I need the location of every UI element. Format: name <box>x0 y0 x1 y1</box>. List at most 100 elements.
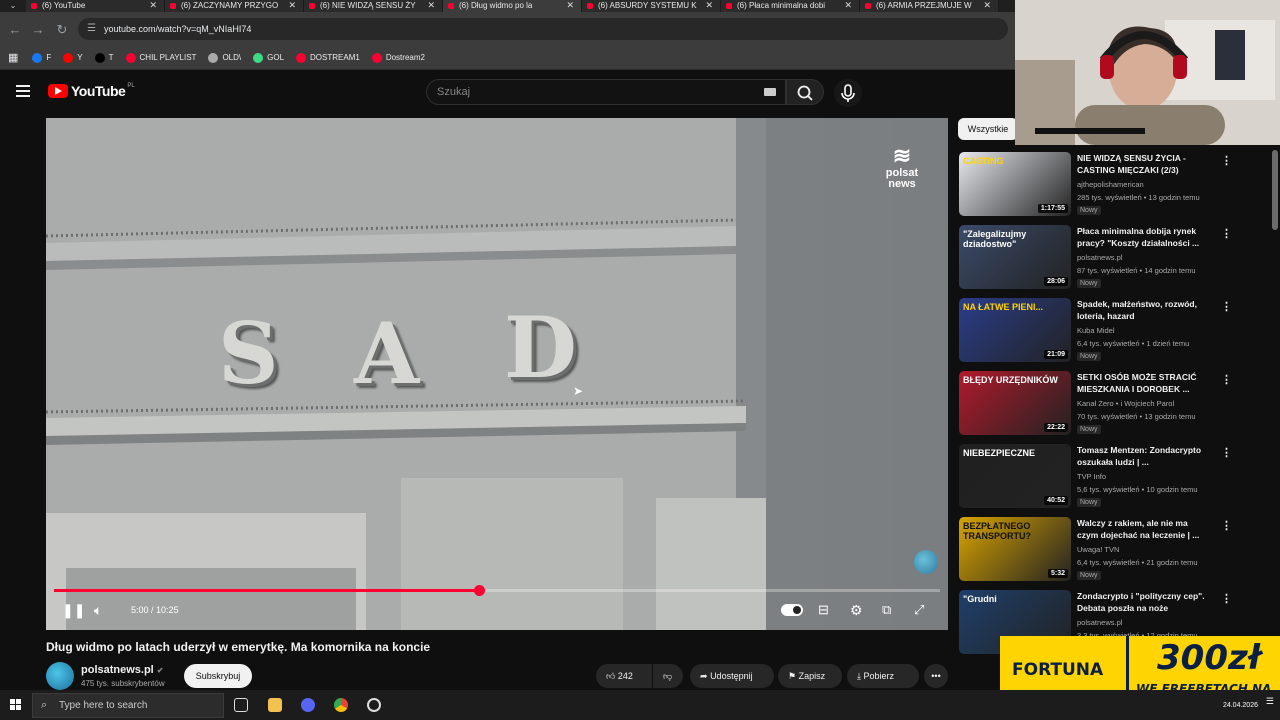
youtube-wordmark: YouTube <box>71 83 126 99</box>
video-player[interactable]: S A D ≋ polsat news ➤ ❚❚ 🔈︎ 5:00 / 10:25… <box>46 118 948 630</box>
recommendation-item[interactable]: CASTING 1:17:55 NIE WIDZĄ SENSU ŻYCIA - CA… <box>959 152 1232 218</box>
pause-button[interactable]: ❚❚ <box>62 602 85 619</box>
close-tab-icon[interactable]: ✕ <box>566 0 574 11</box>
browser-tab[interactable]: (6) ARMIA PRZEJMUJE W ✕ <box>860 0 999 12</box>
notifications-icon[interactable]: ☰ <box>1266 696 1274 707</box>
recommendation-title[interactable]: Zondacrypto i "polityczny cep". Debata p… <box>1077 590 1209 614</box>
recommendation-channel[interactable]: polsatnews.pl <box>1077 618 1122 627</box>
recommendation-title[interactable]: Płaca minimalna dobija rynek pracy? "Kos… <box>1077 225 1209 249</box>
back-icon[interactable]: ← <box>6 22 24 37</box>
browser-tab[interactable]: (6) Płaca minimalna dobi ✕ <box>721 0 860 12</box>
file-explorer-icon[interactable] <box>268 698 282 712</box>
browser-tab[interactable]: (6) ZACZYNAMY PRZYGO ✕ <box>165 0 304 12</box>
more-options-icon[interactable]: ⋮ <box>1221 300 1232 313</box>
channel-name[interactable]: polsatnews.pl ✔ <box>81 664 164 676</box>
recommendation-title[interactable]: SETKI OSÓB MOŻE STRACIĆ MIESZKANIA I DOR… <box>1077 371 1209 395</box>
video-thumbnail[interactable]: "Zalegalizujmy dziadostwo" 28:06 <box>959 225 1071 289</box>
fullscreen-icon[interactable]: ⤢ <box>914 602 924 618</box>
recommendation-title[interactable]: Tomasz Mentzen: Zondacrypto oszukała lud… <box>1077 444 1209 468</box>
browser-tab[interactable]: (6) Dług widmo po la ✕ <box>443 0 582 12</box>
channel-avatar[interactable] <box>46 662 74 690</box>
subscribe-button[interactable]: Subskrybuj <box>184 664 252 688</box>
filter-chip-all[interactable]: Wszystkie <box>958 118 1018 140</box>
miniplayer-icon[interactable]: ⧉ <box>882 602 891 618</box>
bookmark-item[interactable]: GOL <box>253 52 284 63</box>
more-options-icon[interactable]: ⋮ <box>1221 154 1232 167</box>
reload-icon[interactable]: ↻ <box>53 22 71 38</box>
recommendation-title[interactable]: NIE WIDZĄ SENSU ŻYCIA - CASTING MIĘCZAKI… <box>1077 152 1209 176</box>
autoplay-toggle[interactable] <box>781 604 803 616</box>
close-tab-icon[interactable]: ✕ <box>844 0 852 11</box>
menu-icon[interactable] <box>16 85 30 97</box>
recommendation-item[interactable]: BŁĘDY URZĘDNIKÓW 22:22 SETKI OSÓB MOŻE STR… <box>959 371 1232 437</box>
tab-search-menu[interactable]: ⌄ <box>0 0 26 12</box>
taskbar-search-placeholder: Type here to search <box>59 700 148 711</box>
more-options-icon[interactable]: ⋮ <box>1221 446 1232 459</box>
close-tab-icon[interactable]: ✕ <box>427 0 435 11</box>
apps-icon[interactable]: ▦ <box>8 51 18 64</box>
close-tab-icon[interactable]: ✕ <box>149 0 157 11</box>
recommendation-item[interactable]: "Zalegalizujmy dziadostwo" 28:06 Płaca min… <box>959 225 1232 291</box>
progress-bar[interactable] <box>54 585 940 596</box>
bookmark-label: Y <box>77 53 83 62</box>
voice-search-button[interactable] <box>834 79 862 107</box>
windows-start-icon[interactable] <box>10 699 22 711</box>
recommendation-item[interactable]: NA ŁATWE PIENI... 21:09 Spadek, małżeństwo… <box>959 298 1232 364</box>
browser-tab[interactable]: (6) ABSURDY SYSTEMU K ✕ <box>582 0 721 12</box>
recommendation-channel[interactable]: polsatnews.pl <box>1077 253 1122 262</box>
video-thumbnail[interactable]: NA ŁATWE PIENI... 21:09 <box>959 298 1071 362</box>
chrome-icon[interactable] <box>334 698 348 712</box>
save-button[interactable]: ⚑ Zapisz <box>778 664 842 688</box>
close-tab-icon[interactable]: ✕ <box>983 0 991 11</box>
youtube-logo[interactable]: YouTube PL <box>48 83 135 99</box>
bookmark-item[interactable]: Dostream2 <box>371 52 425 63</box>
more-options-icon[interactable]: ⋮ <box>1221 373 1232 386</box>
bookmark-item[interactable]: DOSTREAM1 <box>296 52 360 63</box>
recommendation-channel[interactable]: Kanał Zero • i Wojciech Parol <box>1077 399 1174 408</box>
video-thumbnail[interactable]: BEZPŁATNEGO TRANSPORTU? 5:32 <box>959 517 1071 581</box>
like-button[interactable]: 👍︎ 242 <box>596 664 652 688</box>
dislike-button[interactable]: 👎︎ <box>653 664 683 688</box>
bookmark-item[interactable]: OLD\ <box>208 52 241 63</box>
obs-icon[interactable] <box>367 698 381 712</box>
taskbar-search-input[interactable]: ⌕ Type here to search <box>32 693 224 718</box>
keyboard-icon[interactable] <box>764 88 776 96</box>
more-options-icon[interactable]: ⋮ <box>1221 227 1232 240</box>
video-thumbnail[interactable]: CASTING 1:17:55 <box>959 152 1071 216</box>
search-button[interactable] <box>786 79 824 105</box>
browser-tab[interactable]: (6) YouTube ✕ <box>26 0 165 12</box>
sidebar-scrollbar[interactable] <box>1272 150 1278 230</box>
volume-icon[interactable]: 🔈︎ <box>94 602 102 619</box>
browser-tab[interactable]: (6) NIE WIDZĄ SENSU ŻY ✕ <box>304 0 443 12</box>
recommendation-channel[interactable]: ajthepolishamerican <box>1077 180 1144 189</box>
bookmark-item[interactable]: CHIL PLAYLIST <box>125 52 196 63</box>
bookmark-item[interactable]: T <box>94 52 114 63</box>
search-input[interactable]: Szukaj <box>426 79 786 105</box>
close-tab-icon[interactable]: ✕ <box>288 0 296 11</box>
more-options-icon[interactable]: ⋮ <box>1221 519 1232 532</box>
bookmark-item[interactable]: Y <box>63 52 83 63</box>
forward-icon[interactable]: → <box>29 22 47 37</box>
more-options-icon[interactable]: ⋮ <box>1221 592 1232 605</box>
more-actions-button[interactable]: ••• <box>924 664 948 688</box>
recommendation-title[interactable]: Walczy z rakiem, ale nie ma czym dojecha… <box>1077 517 1209 541</box>
recommendation-title[interactable]: Spadek, małżeństwo, rozwód, loteria, haz… <box>1077 298 1209 322</box>
channel-branding-icon[interactable] <box>914 550 938 574</box>
recommendation-channel[interactable]: TVP Info <box>1077 472 1106 481</box>
bookmark-item[interactable]: F <box>32 52 51 63</box>
task-view-icon[interactable] <box>234 698 248 712</box>
close-tab-icon[interactable]: ✕ <box>705 0 713 11</box>
address-bar[interactable]: ☰ youtube.com/watch?v=qM_vNIaHI74 <box>78 18 1008 40</box>
share-button[interactable]: ➦ Udostępnij <box>690 664 774 688</box>
site-info-icon[interactable]: ☰ <box>87 18 96 40</box>
recommendation-channel[interactable]: Uwaga! TVN <box>1077 545 1119 554</box>
subtitles-icon[interactable]: ⊟ <box>818 602 829 618</box>
recommendation-item[interactable]: NIEBEZPIECZNE 40:52 Tomasz Mentzen: Zondac… <box>959 444 1232 510</box>
recommendation-item[interactable]: BEZPŁATNEGO TRANSPORTU? 5:32 Walczy z raki… <box>959 517 1232 583</box>
video-thumbnail[interactable]: NIEBEZPIECZNE 40:52 <box>959 444 1071 508</box>
discord-icon[interactable] <box>301 698 315 712</box>
download-button[interactable]: ⤓ Pobierz <box>847 664 919 688</box>
recommendation-channel[interactable]: Kuba Midel <box>1077 326 1115 335</box>
settings-icon[interactable]: ⚙ <box>850 602 863 619</box>
video-thumbnail[interactable]: BŁĘDY URZĘDNIKÓW 22:22 <box>959 371 1071 435</box>
